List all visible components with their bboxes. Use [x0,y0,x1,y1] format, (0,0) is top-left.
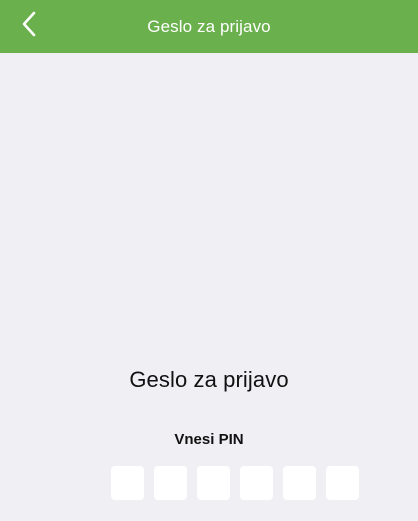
pin-digit-box[interactable] [283,466,316,500]
pin-digit-box[interactable] [240,466,273,500]
login-password-screen: Geslo za prijavo Vnesi PIN [0,53,418,521]
pin-digit-box[interactable] [326,466,359,500]
pin-input[interactable] [111,466,359,500]
nav-title: Geslo za prijavo [147,17,271,36]
pin-digit-box[interactable] [111,466,144,500]
navigation-bar: Geslo za prijavo [0,0,418,53]
pin-digit-box[interactable] [154,466,187,500]
page-title: Geslo za prijavo [129,367,289,392]
pin-label: Vnesi PIN [174,431,244,448]
pin-digit-box[interactable] [197,466,230,500]
